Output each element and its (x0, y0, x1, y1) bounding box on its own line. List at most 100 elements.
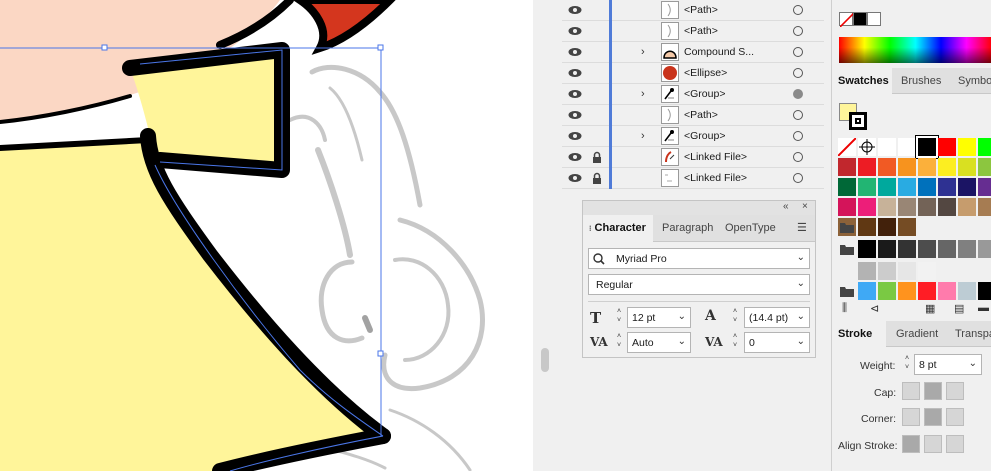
layer-row[interactable]: <Path> (562, 0, 824, 21)
expand-chevron-icon[interactable]: › (641, 130, 651, 142)
layer-row[interactable]: <Path> (562, 105, 824, 126)
color-swatch[interactable] (958, 282, 976, 300)
expand-chevron-icon[interactable] (641, 25, 651, 37)
layer-row[interactable]: › <Group> (562, 126, 824, 147)
target-circle-icon[interactable] (793, 110, 803, 120)
color-swatch[interactable] (978, 282, 991, 300)
color-swatch[interactable] (898, 262, 916, 280)
layer-name[interactable]: <Linked File> (684, 151, 747, 163)
panel-resize-handle[interactable] (541, 348, 549, 372)
folder-icon[interactable] (838, 282, 856, 300)
color-swatch[interactable] (898, 158, 916, 176)
color-swatch[interactable] (858, 282, 876, 300)
expand-chevron-icon[interactable] (641, 67, 651, 79)
bevel-join-button[interactable] (946, 408, 964, 426)
color-swatch[interactable] (938, 138, 956, 156)
artwork[interactable] (0, 0, 556, 471)
color-swatch[interactable] (938, 282, 956, 300)
color-swatch[interactable] (958, 198, 976, 216)
color-swatch[interactable] (838, 158, 856, 176)
align-inside-button[interactable] (924, 435, 942, 453)
color-swatch[interactable] (858, 158, 876, 176)
stroke-indicator[interactable] (849, 112, 867, 130)
color-swatch[interactable] (858, 198, 876, 216)
color-swatch[interactable] (938, 240, 956, 258)
leading-stepper[interactable]: ˄ ˅ (729, 307, 741, 328)
black-swatch[interactable] (853, 12, 867, 26)
target-circle-icon[interactable] (793, 5, 803, 15)
none-swatch[interactable] (839, 12, 855, 28)
visibility-eye-icon[interactable] (568, 172, 582, 184)
lock-icon[interactable] (591, 172, 603, 185)
panel-menu-icon[interactable]: ☰ (797, 221, 807, 234)
color-swatch[interactable] (958, 240, 976, 258)
color-swatch[interactable] (978, 138, 991, 156)
expand-chevron-icon[interactable] (641, 172, 651, 184)
color-swatch[interactable] (858, 262, 876, 280)
projecting-cap-button[interactable] (946, 382, 964, 400)
layer-name[interactable]: <Path> (684, 109, 718, 121)
show-kinds-icon[interactable]: ⊲ (870, 302, 879, 315)
tab-gradient[interactable]: Gradient (890, 321, 944, 347)
font-family-field[interactable]: Myriad Pro ⌄ (588, 248, 810, 269)
color-swatch[interactable] (878, 240, 896, 258)
character-panel-titlebar[interactable]: « × (583, 201, 815, 215)
align-outside-button[interactable] (946, 435, 964, 453)
chevron-down-icon[interactable]: ⌄ (678, 311, 686, 322)
color-swatch[interactable] (958, 138, 976, 156)
color-swatch[interactable] (878, 218, 896, 236)
color-swatch[interactable] (938, 178, 956, 196)
color-swatch[interactable] (898, 138, 916, 156)
visibility-eye-icon[interactable] (568, 109, 582, 121)
visibility-eye-icon[interactable] (568, 151, 582, 163)
color-swatch[interactable] (878, 282, 896, 300)
new-group-icon[interactable]: ▤ (954, 302, 964, 315)
white-swatch[interactable] (867, 12, 881, 26)
color-swatch[interactable] (878, 262, 896, 280)
color-swatch[interactable] (898, 218, 916, 236)
kerning-stepper[interactable]: ˄ ˅ (613, 332, 625, 353)
tab-swatches[interactable]: Swatches (832, 68, 892, 94)
tab-stroke[interactable]: Stroke (832, 321, 886, 347)
expand-chevron-icon[interactable] (641, 151, 651, 163)
swatch-libraries-icon[interactable]: ⫼ (842, 302, 847, 315)
layer-row[interactable]: › Compound S... (562, 42, 824, 63)
color-swatch[interactable] (878, 158, 896, 176)
target-circle-icon[interactable] (793, 47, 803, 57)
color-swatch[interactable] (918, 158, 936, 176)
layer-name[interactable]: <Group> (684, 88, 725, 100)
color-swatch[interactable] (958, 178, 976, 196)
chevron-down-icon[interactable]: ⌄ (797, 278, 805, 289)
tracking-field[interactable]: 0 ⌄ (744, 332, 810, 353)
miter-join-button[interactable] (902, 408, 920, 426)
artboard-canvas[interactable] (0, 0, 556, 471)
expand-chevron-icon[interactable]: › (641, 88, 651, 100)
color-swatch[interactable] (916, 136, 938, 158)
registration-swatch[interactable] (858, 138, 876, 156)
color-swatch[interactable] (918, 262, 936, 280)
tab-paragraph[interactable]: Paragraph (656, 215, 719, 242)
color-swatch[interactable] (838, 178, 856, 196)
color-swatch[interactable] (838, 198, 856, 216)
color-swatch[interactable] (978, 158, 991, 176)
color-swatch[interactable] (878, 138, 896, 156)
layer-name[interactable]: Compound S... (684, 46, 754, 58)
layer-row[interactable]: <Ellipse> (562, 63, 824, 84)
lock-icon[interactable] (591, 151, 603, 164)
layer-row[interactable]: <Linked File> (562, 147, 824, 168)
chevron-down-icon[interactable]: ⌄ (678, 336, 686, 347)
kerning-field[interactable]: Auto ⌄ (627, 332, 691, 353)
target-circle-icon[interactable] (793, 173, 803, 183)
swatch-options-icon[interactable]: ▦ (925, 302, 935, 315)
color-swatch[interactable] (858, 218, 876, 236)
target-circle-icon[interactable] (793, 152, 803, 162)
layer-name[interactable]: <Path> (684, 4, 718, 16)
target-circle-icon[interactable] (793, 89, 803, 99)
layer-name[interactable]: <Path> (684, 25, 718, 37)
color-swatch[interactable] (918, 178, 936, 196)
color-swatch[interactable] (858, 240, 876, 258)
color-swatch[interactable] (918, 198, 936, 216)
visibility-eye-icon[interactable] (568, 4, 582, 16)
folder-icon[interactable]: ▬ (978, 302, 989, 314)
tab-brushes[interactable]: Brushes (895, 68, 947, 94)
